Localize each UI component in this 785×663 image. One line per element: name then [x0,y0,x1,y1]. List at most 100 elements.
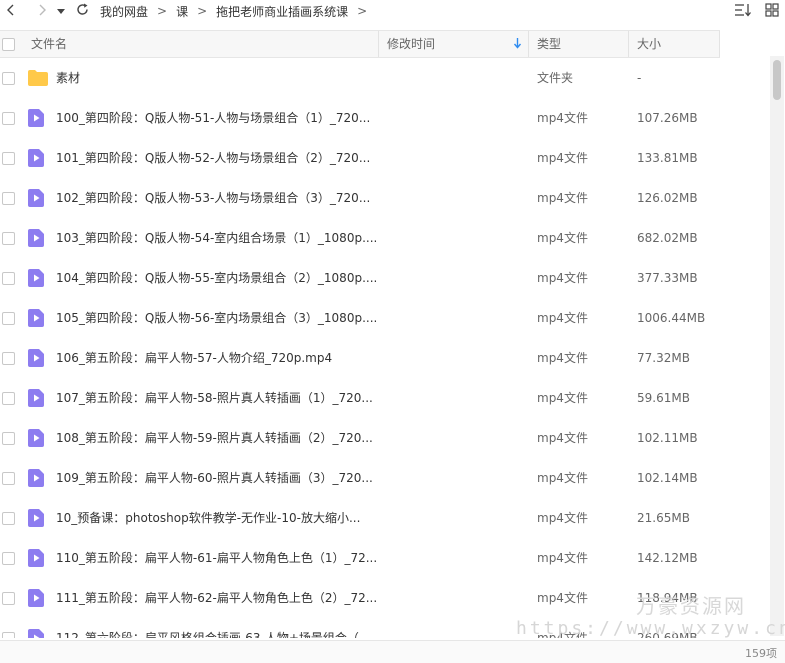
list-item[interactable]: 106_第五阶段：扁平人物-57-人物介绍_720p.mp4 mp4文件 77.32… [0,338,770,378]
breadcrumb-item[interactable]: 拖把老师商业插画系统课 [216,3,348,20]
scrollbar[interactable] [770,56,784,636]
row-checkbox[interactable] [2,72,15,85]
file-name[interactable]: 100_第四阶段：Q版人物-51-人物与场景组合（1）_720... [56,98,376,138]
video-icon [28,389,44,410]
file-name[interactable]: 10_预备课：photoshop软件教学-无作业-10-放大缩小... [56,498,376,538]
file-size: 102.11MB [637,431,698,445]
status-bar: 159项 [0,640,785,663]
file-size: 126.02MB [637,191,698,205]
row-checkbox[interactable] [2,432,15,445]
grid-view-icon[interactable] [765,2,779,20]
video-icon [28,429,44,450]
list-item[interactable]: 素材 文件夹 - [0,58,770,98]
list-item[interactable]: 103_第四阶段：Q版人物-54-室内组合场景（1）_1080p.... mp4文… [0,218,770,258]
column-divider[interactable] [528,31,529,57]
file-name[interactable]: 101_第四阶段：Q版人物-52-人物与场景组合（2）_720... [56,138,376,178]
file-name[interactable]: 104_第四阶段：Q版人物-55-室内场景组合（2）_1080p.... [56,258,376,298]
row-checkbox[interactable] [2,512,15,525]
forward-icon[interactable] [30,4,54,19]
list-item[interactable]: 100_第四阶段：Q版人物-51-人物与场景组合（1）_720... mp4文件 1… [0,98,770,138]
row-checkbox[interactable] [2,272,15,285]
column-divider[interactable] [628,31,629,57]
row-checkbox[interactable] [2,112,15,125]
watermark-url: https://www.wxzyw.cn [516,618,785,639]
video-icon [28,189,44,210]
sort-icon[interactable] [735,3,751,20]
list-item[interactable]: 104_第四阶段：Q版人物-55-室内场景组合（2）_1080p.... mp4文… [0,258,770,298]
video-icon [28,549,44,570]
list-item[interactable]: 109_第五阶段：扁平人物-60-照片真人转插画（3）_720... mp4文件 1… [0,458,770,498]
file-name[interactable]: 109_第五阶段：扁平人物-60-照片真人转插画（3）_720... [56,458,376,498]
column-modified[interactable]: 修改时间 [387,31,435,57]
file-type: mp4文件 [537,511,588,525]
scrollbar-thumb[interactable] [773,60,781,100]
video-icon [28,149,44,170]
row-checkbox[interactable] [2,392,15,405]
file-size: 1006.44MB [637,311,706,325]
list-item[interactable]: 107_第五阶段：扁平人物-58-照片真人转插画（1）_720... mp4文件 5… [0,378,770,418]
refresh-icon[interactable] [72,3,92,19]
file-name[interactable]: 105_第四阶段：Q版人物-56-室内场景组合（3）_1080p.... [56,298,376,338]
file-list: 素材 文件夹 - 100_第四阶段：Q版人物-51-人物与场景组合（1）_720...… [0,58,785,638]
file-type: mp4文件 [537,471,588,485]
video-icon [28,589,44,610]
file-type: mp4文件 [537,271,588,285]
row-checkbox[interactable] [2,152,15,165]
file-type: mp4文件 [537,111,588,125]
file-name[interactable]: 103_第四阶段：Q版人物-54-室内组合场景（1）_1080p.... [56,218,376,258]
row-checkbox[interactable] [2,192,15,205]
column-type[interactable]: 类型 [537,31,561,57]
column-name[interactable]: 文件名 [31,31,67,57]
file-size: 142.12MB [637,551,698,565]
list-item[interactable]: 10_预备课：photoshop软件教学-无作业-10-放大缩小... mp4文件… [0,498,770,538]
file-name[interactable]: 108_第五阶段：扁平人物-59-照片真人转插画（2）_720... [56,418,376,458]
file-size: - [637,71,642,85]
file-type: mp4文件 [537,231,588,245]
sort-down-arrow-icon[interactable] [513,37,522,52]
breadcrumb-item[interactable]: 我的网盘 [100,3,148,20]
file-size: 21.65MB [637,511,690,525]
item-count: 159项 [745,647,777,660]
list-item[interactable]: 105_第四阶段：Q版人物-56-室内场景组合（3）_1080p.... mp4文… [0,298,770,338]
row-checkbox[interactable] [2,312,15,325]
row-checkbox[interactable] [2,472,15,485]
file-name[interactable]: 111_第五阶段：扁平人物-62-扁平人物角色上色（2）_72... [56,578,376,618]
toolbar: 我的网盘 > 课 > 拖把老师商业插画系统课 > [0,0,785,22]
video-icon [28,229,44,250]
back-icon[interactable] [0,4,22,19]
column-size[interactable]: 大小 [637,31,661,57]
file-name[interactable]: 106_第五阶段：扁平人物-57-人物介绍_720p.mp4 [56,338,376,378]
file-type: mp4文件 [537,351,588,365]
video-icon [28,349,44,370]
row-checkbox[interactable] [2,232,15,245]
column-divider[interactable] [378,31,379,57]
breadcrumb-item[interactable]: 课 [176,3,188,20]
file-size: 133.81MB [637,151,698,165]
row-checkbox[interactable] [2,592,15,605]
row-checkbox[interactable] [2,552,15,565]
list-item[interactable]: 102_第四阶段：Q版人物-53-人物与场景组合（3）_720... mp4文件 1… [0,178,770,218]
file-size: 107.26MB [637,111,698,125]
list-item[interactable]: 101_第四阶段：Q版人物-52-人物与场景组合（2）_720... mp4文件 1… [0,138,770,178]
file-type: mp4文件 [537,551,588,565]
column-divider[interactable] [719,31,720,57]
file-name[interactable]: 102_第四阶段：Q版人物-53-人物与场景组合（3）_720... [56,178,376,218]
row-checkbox[interactable] [2,352,15,365]
watermark-title: 万豪资源网 [636,594,746,618]
file-type: mp4文件 [537,151,588,165]
row-checkbox[interactable] [2,632,15,638]
file-name[interactable]: 110_第五阶段：扁平人物-61-扁平人物角色上色（1）_72... [56,538,376,578]
file-type: mp4文件 [537,591,588,605]
file-type: mp4文件 [537,191,588,205]
list-item[interactable]: 110_第五阶段：扁平人物-61-扁平人物角色上色（1）_72... mp4文件 1… [0,538,770,578]
select-all-checkbox[interactable] [2,38,15,51]
list-item[interactable]: 108_第五阶段：扁平人物-59-照片真人转插画（2）_720... mp4文件 1… [0,418,770,458]
file-name[interactable]: 107_第五阶段：扁平人物-58-照片真人转插画（1）_720... [56,378,376,418]
file-type: mp4文件 [537,391,588,405]
video-icon [28,269,44,290]
file-name[interactable]: 112_第六阶段：扁平风格组合插画-63-人物+场景组合（... [56,618,376,638]
file-name[interactable]: 素材 [56,58,376,98]
file-size: 77.32MB [637,351,690,365]
history-dropdown-icon[interactable] [54,4,68,18]
file-size: 682.02MB [637,231,698,245]
